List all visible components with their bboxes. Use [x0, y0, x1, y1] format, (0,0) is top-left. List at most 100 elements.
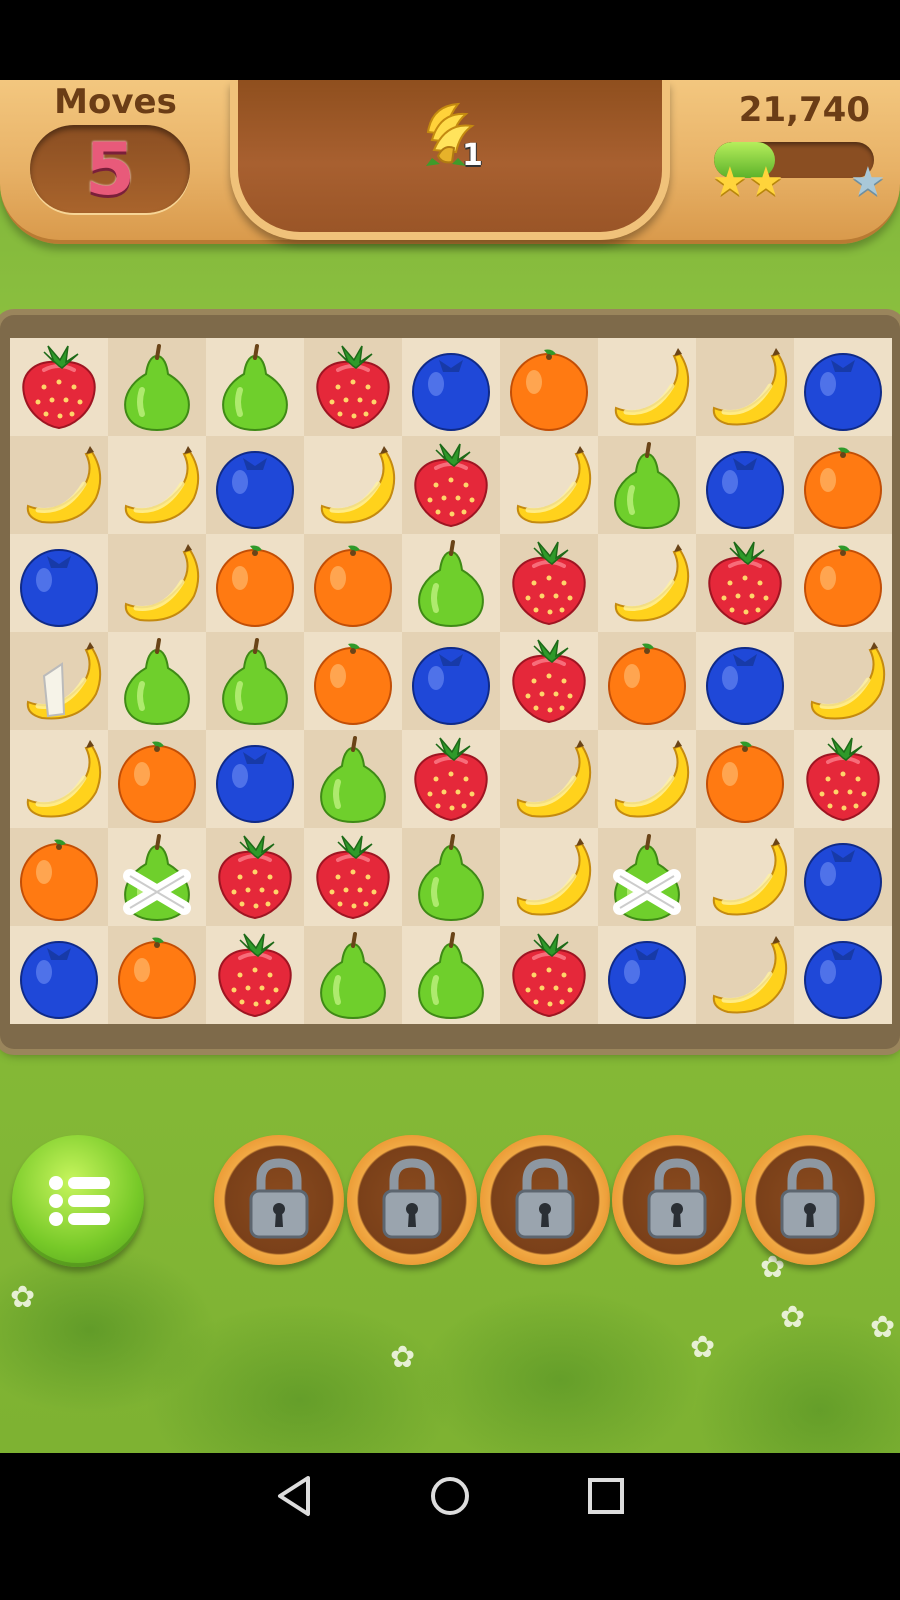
board-cell[interactable] — [696, 534, 794, 632]
board-cell[interactable] — [598, 338, 696, 436]
banana-icon — [614, 348, 690, 426]
board-cell[interactable] — [696, 632, 794, 730]
banana-icon — [810, 642, 886, 720]
board-cell[interactable] — [108, 926, 206, 1024]
blueberry-icon — [804, 843, 882, 921]
locked-booster-slot[interactable] — [480, 1135, 610, 1265]
strawberry-icon — [512, 933, 586, 1018]
board-cell[interactable] — [108, 338, 206, 436]
board-cell[interactable] — [696, 828, 794, 926]
menu-button[interactable] — [12, 1135, 144, 1267]
board-cell[interactable] — [304, 730, 402, 828]
board-cell[interactable] — [794, 828, 892, 926]
board-cell[interactable] — [402, 828, 500, 926]
recents-square-icon[interactable] — [576, 1466, 636, 1526]
padlock-icon — [780, 1158, 840, 1239]
board-cell[interactable] — [108, 632, 206, 730]
menu-list-icon — [49, 1176, 110, 1226]
pear-icon — [320, 932, 386, 1020]
board-cell[interactable] — [206, 730, 304, 828]
pear-icon — [222, 344, 288, 432]
board-cell[interactable] — [10, 632, 108, 730]
board-cell[interactable] — [500, 436, 598, 534]
orange-icon — [118, 937, 196, 1019]
orange-icon — [314, 545, 392, 627]
board-cell[interactable] — [794, 338, 892, 436]
board-cell[interactable] — [500, 828, 598, 926]
board-cell[interactable] — [304, 338, 402, 436]
board-cell[interactable] — [598, 926, 696, 1024]
locked-booster-slot[interactable] — [214, 1135, 344, 1265]
board-cell[interactable] — [206, 632, 304, 730]
board-cell[interactable] — [598, 828, 696, 926]
board-cell[interactable] — [10, 828, 108, 926]
back-triangle-icon[interactable] — [266, 1466, 326, 1526]
board-cell[interactable] — [500, 534, 598, 632]
blueberry-icon — [608, 941, 686, 1019]
board-cell[interactable] — [794, 632, 892, 730]
board-cell[interactable] — [500, 730, 598, 828]
board-cell[interactable] — [794, 436, 892, 534]
locked-booster-slot[interactable] — [612, 1135, 742, 1265]
locked-booster-slot[interactable] — [347, 1135, 477, 1265]
banana-icon — [516, 740, 592, 818]
pear-icon — [418, 932, 484, 1020]
locked-booster-slot[interactable] — [745, 1135, 875, 1265]
board-cell[interactable] — [794, 730, 892, 828]
banana-icon — [712, 348, 788, 426]
board-cell[interactable] — [108, 730, 206, 828]
board-cell[interactable] — [696, 730, 794, 828]
flower-decoration: ✿ — [780, 1300, 806, 1335]
star-icon: ★ — [712, 159, 748, 205]
blueberry-icon — [20, 941, 98, 1019]
board-cell[interactable] — [108, 828, 206, 926]
board-cell[interactable] — [696, 338, 794, 436]
board-cell[interactable] — [402, 730, 500, 828]
star-icon: ★ — [850, 159, 886, 205]
board-cell[interactable] — [10, 436, 108, 534]
status-bar — [0, 0, 900, 80]
board-cell[interactable] — [500, 632, 598, 730]
board-cell[interactable] — [206, 534, 304, 632]
board-cell[interactable] — [402, 632, 500, 730]
banana-icon — [712, 838, 788, 916]
board-cell[interactable] — [10, 730, 108, 828]
board-cell[interactable] — [598, 534, 696, 632]
board-cell[interactable] — [304, 632, 402, 730]
board-cell[interactable] — [304, 534, 402, 632]
board-cell[interactable] — [10, 534, 108, 632]
orange-icon — [118, 741, 196, 823]
board-cell[interactable] — [794, 534, 892, 632]
board-cell[interactable] — [304, 828, 402, 926]
board-cell[interactable] — [402, 338, 500, 436]
board-cell[interactable] — [598, 730, 696, 828]
orange-icon — [804, 545, 882, 627]
board-cell[interactable] — [500, 338, 598, 436]
pear-icon — [614, 442, 680, 530]
board-cell[interactable] — [206, 338, 304, 436]
board-cell[interactable] — [402, 926, 500, 1024]
board-cell[interactable] — [794, 926, 892, 1024]
board-cell[interactable] — [402, 436, 500, 534]
board-cell[interactable] — [696, 436, 794, 534]
board-cell[interactable] — [402, 534, 500, 632]
board-cell[interactable] — [304, 926, 402, 1024]
orange-icon — [706, 741, 784, 823]
blueberry-icon — [412, 647, 490, 725]
board-cell[interactable] — [598, 436, 696, 534]
board-cell[interactable] — [108, 436, 206, 534]
board-cell[interactable] — [10, 926, 108, 1024]
home-circle-icon[interactable] — [420, 1466, 480, 1526]
board-cell[interactable] — [304, 436, 402, 534]
board-cell[interactable] — [598, 632, 696, 730]
banana-icon — [124, 446, 200, 524]
board-cell[interactable] — [10, 338, 108, 436]
strawberry-icon — [316, 345, 390, 430]
board-cell[interactable] — [108, 534, 206, 632]
board-cell[interactable] — [206, 828, 304, 926]
board-cell[interactable] — [206, 436, 304, 534]
board-cell[interactable] — [500, 926, 598, 1024]
board-cell[interactable] — [206, 926, 304, 1024]
blueberry-icon — [216, 451, 294, 529]
board-cell[interactable] — [696, 926, 794, 1024]
